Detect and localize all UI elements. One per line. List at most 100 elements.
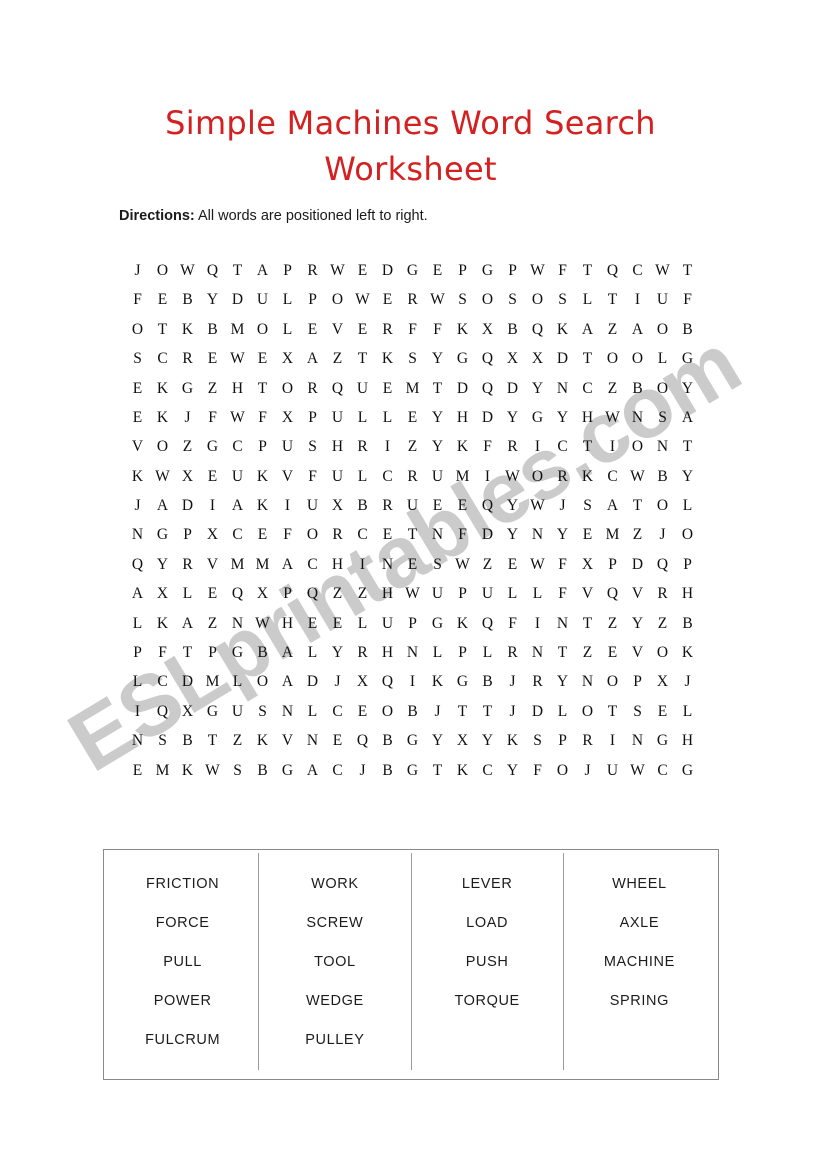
grid-letter[interactable]: O: [325, 292, 350, 308]
grid-letter[interactable]: P: [200, 645, 225, 661]
grid-letter[interactable]: K: [450, 439, 475, 455]
grid-letter[interactable]: X: [150, 586, 175, 602]
grid-letter[interactable]: P: [625, 674, 650, 690]
grid-letter[interactable]: G: [200, 439, 225, 455]
grid-letter[interactable]: E: [150, 292, 175, 308]
grid-letter[interactable]: I: [600, 733, 625, 749]
grid-letter[interactable]: V: [125, 439, 150, 455]
grid-letter[interactable]: W: [625, 763, 650, 779]
grid-letter[interactable]: E: [500, 557, 525, 573]
grid-letter[interactable]: Q: [200, 263, 225, 279]
grid-letter[interactable]: M: [250, 557, 275, 573]
grid-letter[interactable]: J: [500, 704, 525, 720]
grid-letter[interactable]: V: [275, 469, 300, 485]
grid-letter[interactable]: Y: [525, 380, 550, 397]
grid-letter[interactable]: E: [400, 410, 425, 426]
grid-letter[interactable]: C: [625, 263, 650, 279]
grid-letter[interactable]: B: [375, 733, 400, 749]
grid-letter[interactable]: P: [550, 733, 575, 749]
grid-letter[interactable]: G: [450, 351, 475, 367]
grid-letter[interactable]: B: [675, 616, 700, 632]
grid-letter[interactable]: Q: [600, 586, 625, 602]
grid-letter[interactable]: X: [200, 527, 225, 543]
grid-letter[interactable]: X: [275, 351, 300, 367]
grid-letter[interactable]: T: [575, 439, 600, 455]
grid-letter[interactable]: D: [525, 704, 550, 720]
grid-letter[interactable]: R: [175, 351, 200, 367]
grid-letter[interactable]: Z: [650, 616, 675, 632]
grid-letter[interactable]: A: [600, 498, 625, 514]
grid-letter[interactable]: H: [275, 616, 300, 632]
grid-letter[interactable]: Q: [325, 380, 350, 397]
grid-letter[interactable]: E: [325, 733, 350, 749]
grid-letter[interactable]: O: [650, 322, 675, 338]
grid-letter[interactable]: S: [125, 351, 150, 367]
grid-letter[interactable]: H: [450, 410, 475, 426]
grid-letter[interactable]: B: [350, 498, 375, 514]
grid-letter[interactable]: N: [125, 527, 150, 543]
grid-letter[interactable]: U: [250, 292, 275, 308]
grid-letter[interactable]: L: [175, 586, 200, 602]
grid-letter[interactable]: O: [300, 527, 325, 543]
grid-letter[interactable]: T: [675, 263, 700, 279]
grid-letter[interactable]: X: [475, 322, 500, 338]
grid-letter[interactable]: H: [375, 645, 400, 661]
grid-letter[interactable]: Q: [525, 322, 550, 338]
grid-letter[interactable]: F: [675, 292, 700, 308]
grid-letter[interactable]: K: [250, 733, 275, 749]
grid-letter[interactable]: K: [250, 469, 275, 485]
grid-letter[interactable]: W: [525, 498, 550, 514]
grid-letter[interactable]: N: [300, 733, 325, 749]
grid-letter[interactable]: C: [600, 469, 625, 485]
grid-letter[interactable]: X: [525, 351, 550, 367]
grid-letter[interactable]: P: [125, 645, 150, 661]
grid-letter[interactable]: L: [225, 674, 250, 690]
grid-letter[interactable]: E: [125, 380, 150, 397]
grid-letter[interactable]: D: [375, 263, 400, 279]
grid-letter[interactable]: K: [450, 763, 475, 779]
grid-letter[interactable]: U: [375, 616, 400, 632]
grid-letter[interactable]: I: [600, 439, 625, 455]
grid-letter[interactable]: N: [525, 527, 550, 543]
grid-letter[interactable]: I: [275, 498, 300, 514]
grid-letter[interactable]: O: [650, 498, 675, 514]
grid-letter[interactable]: I: [525, 439, 550, 455]
grid-letter[interactable]: K: [500, 733, 525, 749]
grid-letter[interactable]: I: [200, 498, 225, 514]
grid-letter[interactable]: S: [225, 763, 250, 779]
grid-letter[interactable]: I: [350, 557, 375, 573]
grid-letter[interactable]: J: [325, 674, 350, 690]
grid-letter[interactable]: N: [375, 557, 400, 573]
grid-letter[interactable]: L: [125, 616, 150, 632]
grid-letter[interactable]: Y: [500, 527, 525, 543]
grid-letter[interactable]: K: [125, 469, 150, 485]
grid-letter[interactable]: T: [675, 439, 700, 455]
grid-letter[interactable]: T: [575, 351, 600, 367]
grid-letter[interactable]: U: [225, 469, 250, 485]
grid-letter[interactable]: Y: [425, 410, 450, 426]
grid-letter[interactable]: E: [325, 616, 350, 632]
grid-letter[interactable]: Y: [325, 645, 350, 661]
grid-letter[interactable]: C: [325, 763, 350, 779]
grid-letter[interactable]: T: [625, 498, 650, 514]
grid-letter[interactable]: N: [625, 733, 650, 749]
grid-letter[interactable]: I: [125, 704, 150, 720]
grid-letter[interactable]: M: [400, 380, 425, 397]
grid-letter[interactable]: N: [275, 704, 300, 720]
grid-letter[interactable]: O: [550, 763, 575, 779]
grid-letter[interactable]: I: [475, 469, 500, 485]
grid-letter[interactable]: C: [650, 763, 675, 779]
grid-letter[interactable]: E: [400, 557, 425, 573]
grid-letter[interactable]: B: [500, 322, 525, 338]
grid-letter[interactable]: D: [300, 674, 325, 690]
grid-letter[interactable]: Q: [650, 557, 675, 573]
grid-letter[interactable]: C: [375, 469, 400, 485]
grid-letter[interactable]: S: [250, 704, 275, 720]
grid-letter[interactable]: R: [500, 439, 525, 455]
grid-letter[interactable]: K: [550, 322, 575, 338]
grid-letter[interactable]: A: [150, 498, 175, 514]
grid-letter[interactable]: I: [625, 292, 650, 308]
grid-letter[interactable]: S: [525, 733, 550, 749]
grid-letter[interactable]: P: [400, 616, 425, 632]
grid-letter[interactable]: I: [400, 674, 425, 690]
